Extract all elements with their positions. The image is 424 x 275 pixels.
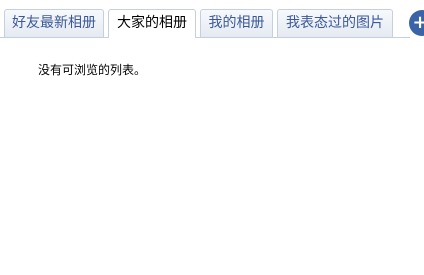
tab-label: 我表态过的图片 [286,15,384,31]
tab-photos-i-reacted-to[interactable]: 我表态过的图片 [277,9,393,37]
tab-label: 我的相册 [208,15,265,31]
plus-icon: + [412,12,424,33]
tab-everyones-albums[interactable]: 大家的相册 [108,9,196,38]
album-tab-bar: 好友最新相册 大家的相册 我的相册 我表态过的图片 + [0,0,424,38]
empty-list-message: 没有可浏览的列表。 [38,63,147,77]
tab-my-albums[interactable]: 我的相册 [200,9,273,37]
tab-friends-latest-albums[interactable]: 好友最新相册 [4,9,104,37]
tab-bar-divider [0,37,410,38]
tab-label: 大家的相册 [117,15,187,31]
tab-label: 好友最新相册 [12,15,96,31]
add-album-button[interactable]: + [409,10,424,36]
